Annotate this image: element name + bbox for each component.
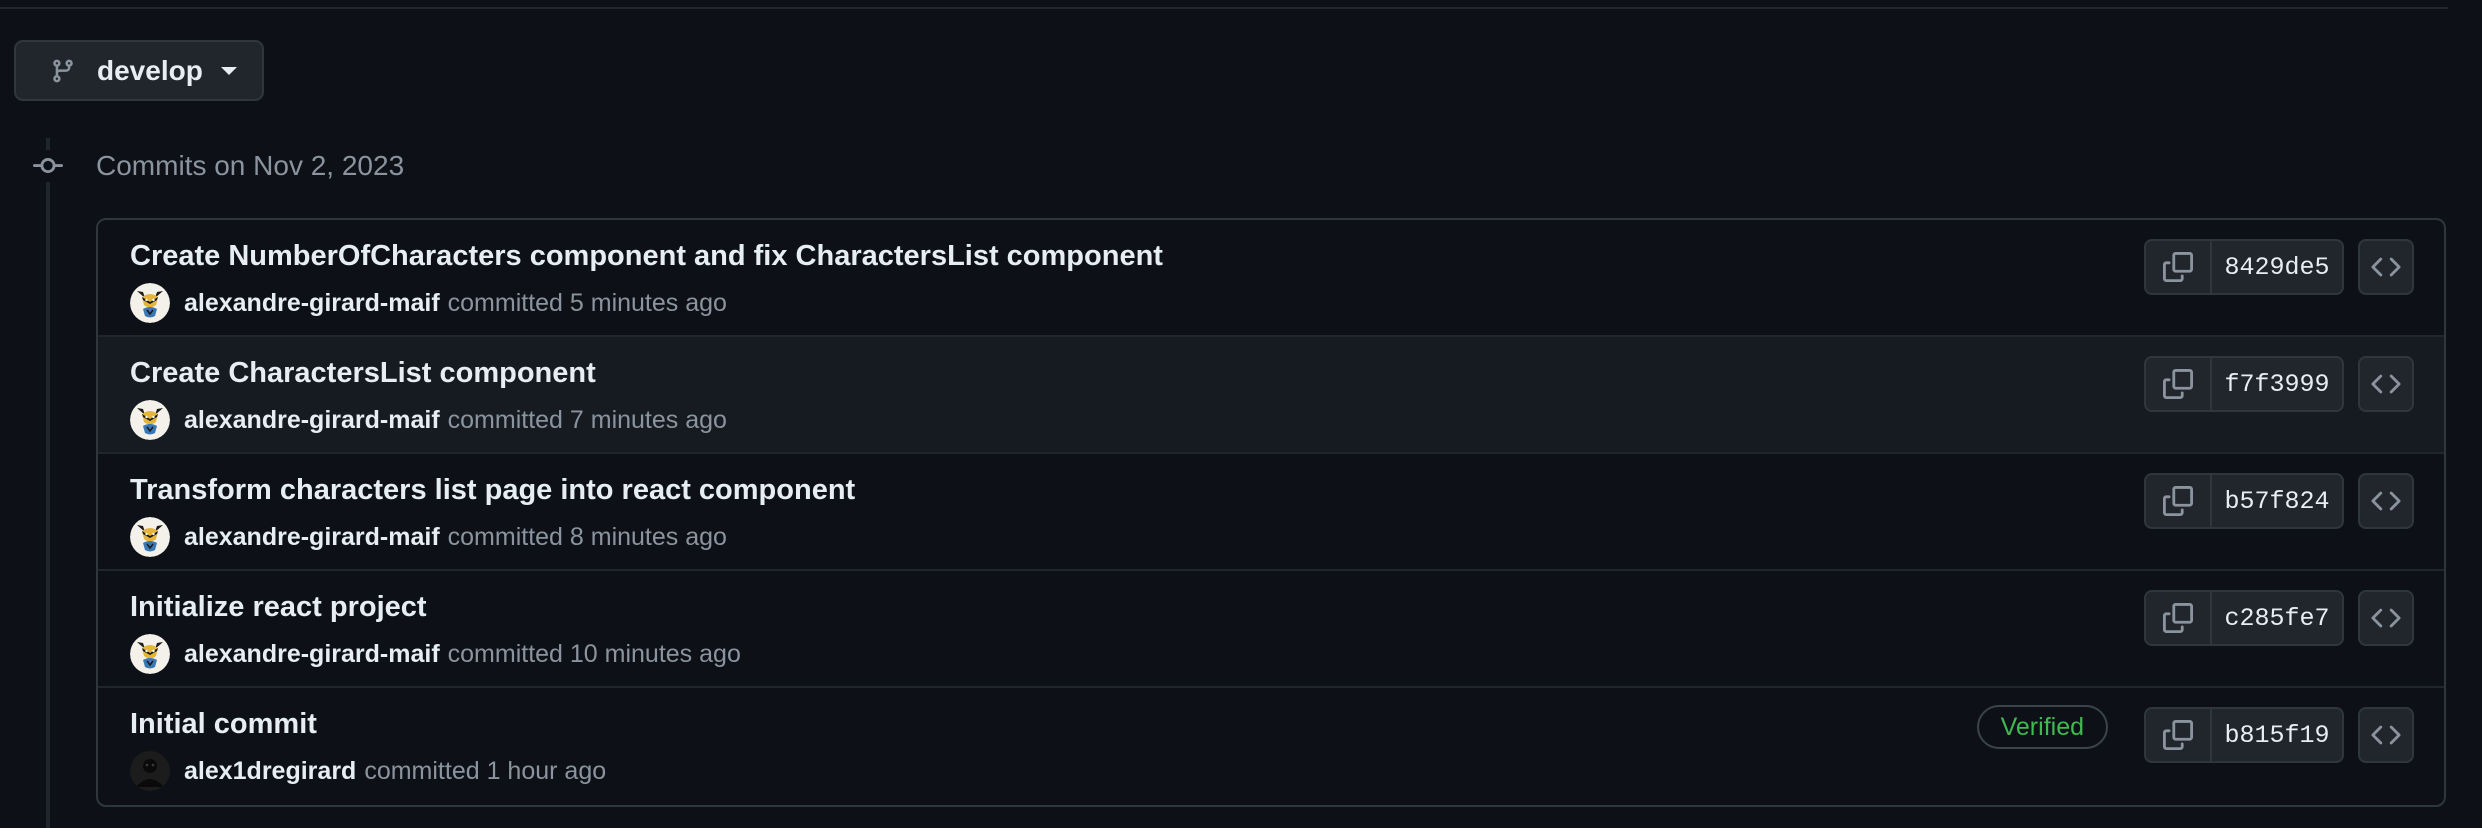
commits-page: develop Commits on Nov 2, 2023 Create Nu… xyxy=(0,0,2482,828)
commit-title[interactable]: Initial commit xyxy=(130,706,317,742)
divider xyxy=(0,7,2448,9)
code-icon xyxy=(2371,491,2401,511)
verified-badge[interactable]: Verified xyxy=(1976,705,2108,749)
commit-meta: alexandre-girard-maif committed 10 minut… xyxy=(130,633,741,675)
code-icon xyxy=(2371,725,2401,745)
commit-meta: alex1dregirard committed 1 hour ago xyxy=(130,750,606,792)
timeline-line xyxy=(46,138,50,828)
commit-time: committed 5 minutes ago xyxy=(447,289,727,317)
commit-title[interactable]: Create CharactersList component xyxy=(130,355,596,391)
commit-row: Create NumberOfCharacters component and … xyxy=(98,220,2444,337)
commit-author[interactable]: alexandre-girard-maif xyxy=(184,521,440,553)
commit-author[interactable]: alexandre-girard-maif xyxy=(184,638,440,670)
copy-sha-button[interactable] xyxy=(2146,475,2212,527)
copy-icon xyxy=(2163,603,2193,633)
commit-title[interactable]: Initialize react project xyxy=(130,589,427,625)
commits-date-heading: Commits on Nov 2, 2023 xyxy=(96,150,405,181)
code-icon xyxy=(2371,374,2401,394)
browse-repo-button[interactable] xyxy=(2358,356,2414,412)
commit-list: Create NumberOfCharacters component and … xyxy=(96,218,2446,807)
copy-icon xyxy=(2163,252,2193,282)
commit-sha-group: 8429de5 xyxy=(2144,239,2344,295)
commit-row: Create CharactersList component alexandr… xyxy=(98,337,2444,454)
commit-time: committed 7 minutes ago xyxy=(447,406,727,434)
commit-sha-link[interactable]: b815f19 xyxy=(2212,709,2342,761)
git-commit-icon xyxy=(30,150,66,182)
avatar[interactable] xyxy=(130,400,170,440)
commit-sha-group: b57f824 xyxy=(2144,473,2344,529)
commit-sha-group: c285fe7 xyxy=(2144,590,2344,646)
avatar[interactable] xyxy=(130,634,170,674)
commit-meta: alexandre-girard-maif committed 7 minute… xyxy=(130,399,727,441)
commit-meta: alexandre-girard-maif committed 5 minute… xyxy=(130,282,727,324)
commit-row: Initialize react project alexandre-girar… xyxy=(98,571,2444,688)
copy-icon xyxy=(2163,369,2193,399)
commit-title[interactable]: Create NumberOfCharacters component and … xyxy=(130,238,1163,274)
commit-meta: alexandre-girard-maif committed 8 minute… xyxy=(130,516,727,558)
copy-sha-button[interactable] xyxy=(2146,241,2212,293)
commit-sha-link[interactable]: 8429de5 xyxy=(2212,241,2342,293)
commit-author[interactable]: alexandre-girard-maif xyxy=(184,404,440,436)
avatar[interactable] xyxy=(130,283,170,323)
commit-row: Initial commit alex1dregirard committed … xyxy=(98,688,2444,805)
chevron-down-icon xyxy=(220,66,237,75)
commit-time: committed 10 minutes ago xyxy=(447,640,741,668)
commit-sha-group: b815f19 xyxy=(2144,707,2344,763)
commit-row: Transform characters list page into reac… xyxy=(98,454,2444,571)
avatar[interactable] xyxy=(130,517,170,557)
avatar[interactable] xyxy=(130,751,170,791)
commit-author[interactable]: alexandre-girard-maif xyxy=(184,287,440,319)
code-icon xyxy=(2371,257,2401,277)
code-icon xyxy=(2371,608,2401,628)
copy-sha-button[interactable] xyxy=(2146,358,2212,410)
browse-repo-button[interactable] xyxy=(2358,707,2414,763)
commit-time: committed 1 hour ago xyxy=(364,757,607,785)
branch-name: develop xyxy=(97,54,203,86)
commit-sha-link[interactable]: b57f824 xyxy=(2212,475,2342,527)
browse-repo-button[interactable] xyxy=(2358,590,2414,646)
git-branch-icon xyxy=(50,54,78,88)
browse-repo-button[interactable] xyxy=(2358,239,2414,295)
copy-sha-button[interactable] xyxy=(2146,709,2212,761)
browse-repo-button[interactable] xyxy=(2358,473,2414,529)
commit-sha-group: f7f3999 xyxy=(2144,356,2344,412)
copy-icon xyxy=(2163,486,2193,516)
commit-sha-link[interactable]: c285fe7 xyxy=(2212,592,2342,644)
commit-title[interactable]: Transform characters list page into reac… xyxy=(130,472,855,508)
commit-author[interactable]: alex1dregirard xyxy=(184,755,356,787)
commit-time: committed 8 minutes ago xyxy=(447,523,727,551)
branch-selector-button[interactable]: develop xyxy=(14,40,264,101)
copy-sha-button[interactable] xyxy=(2146,592,2212,644)
copy-icon xyxy=(2163,720,2193,750)
commit-sha-link[interactable]: f7f3999 xyxy=(2212,358,2342,410)
